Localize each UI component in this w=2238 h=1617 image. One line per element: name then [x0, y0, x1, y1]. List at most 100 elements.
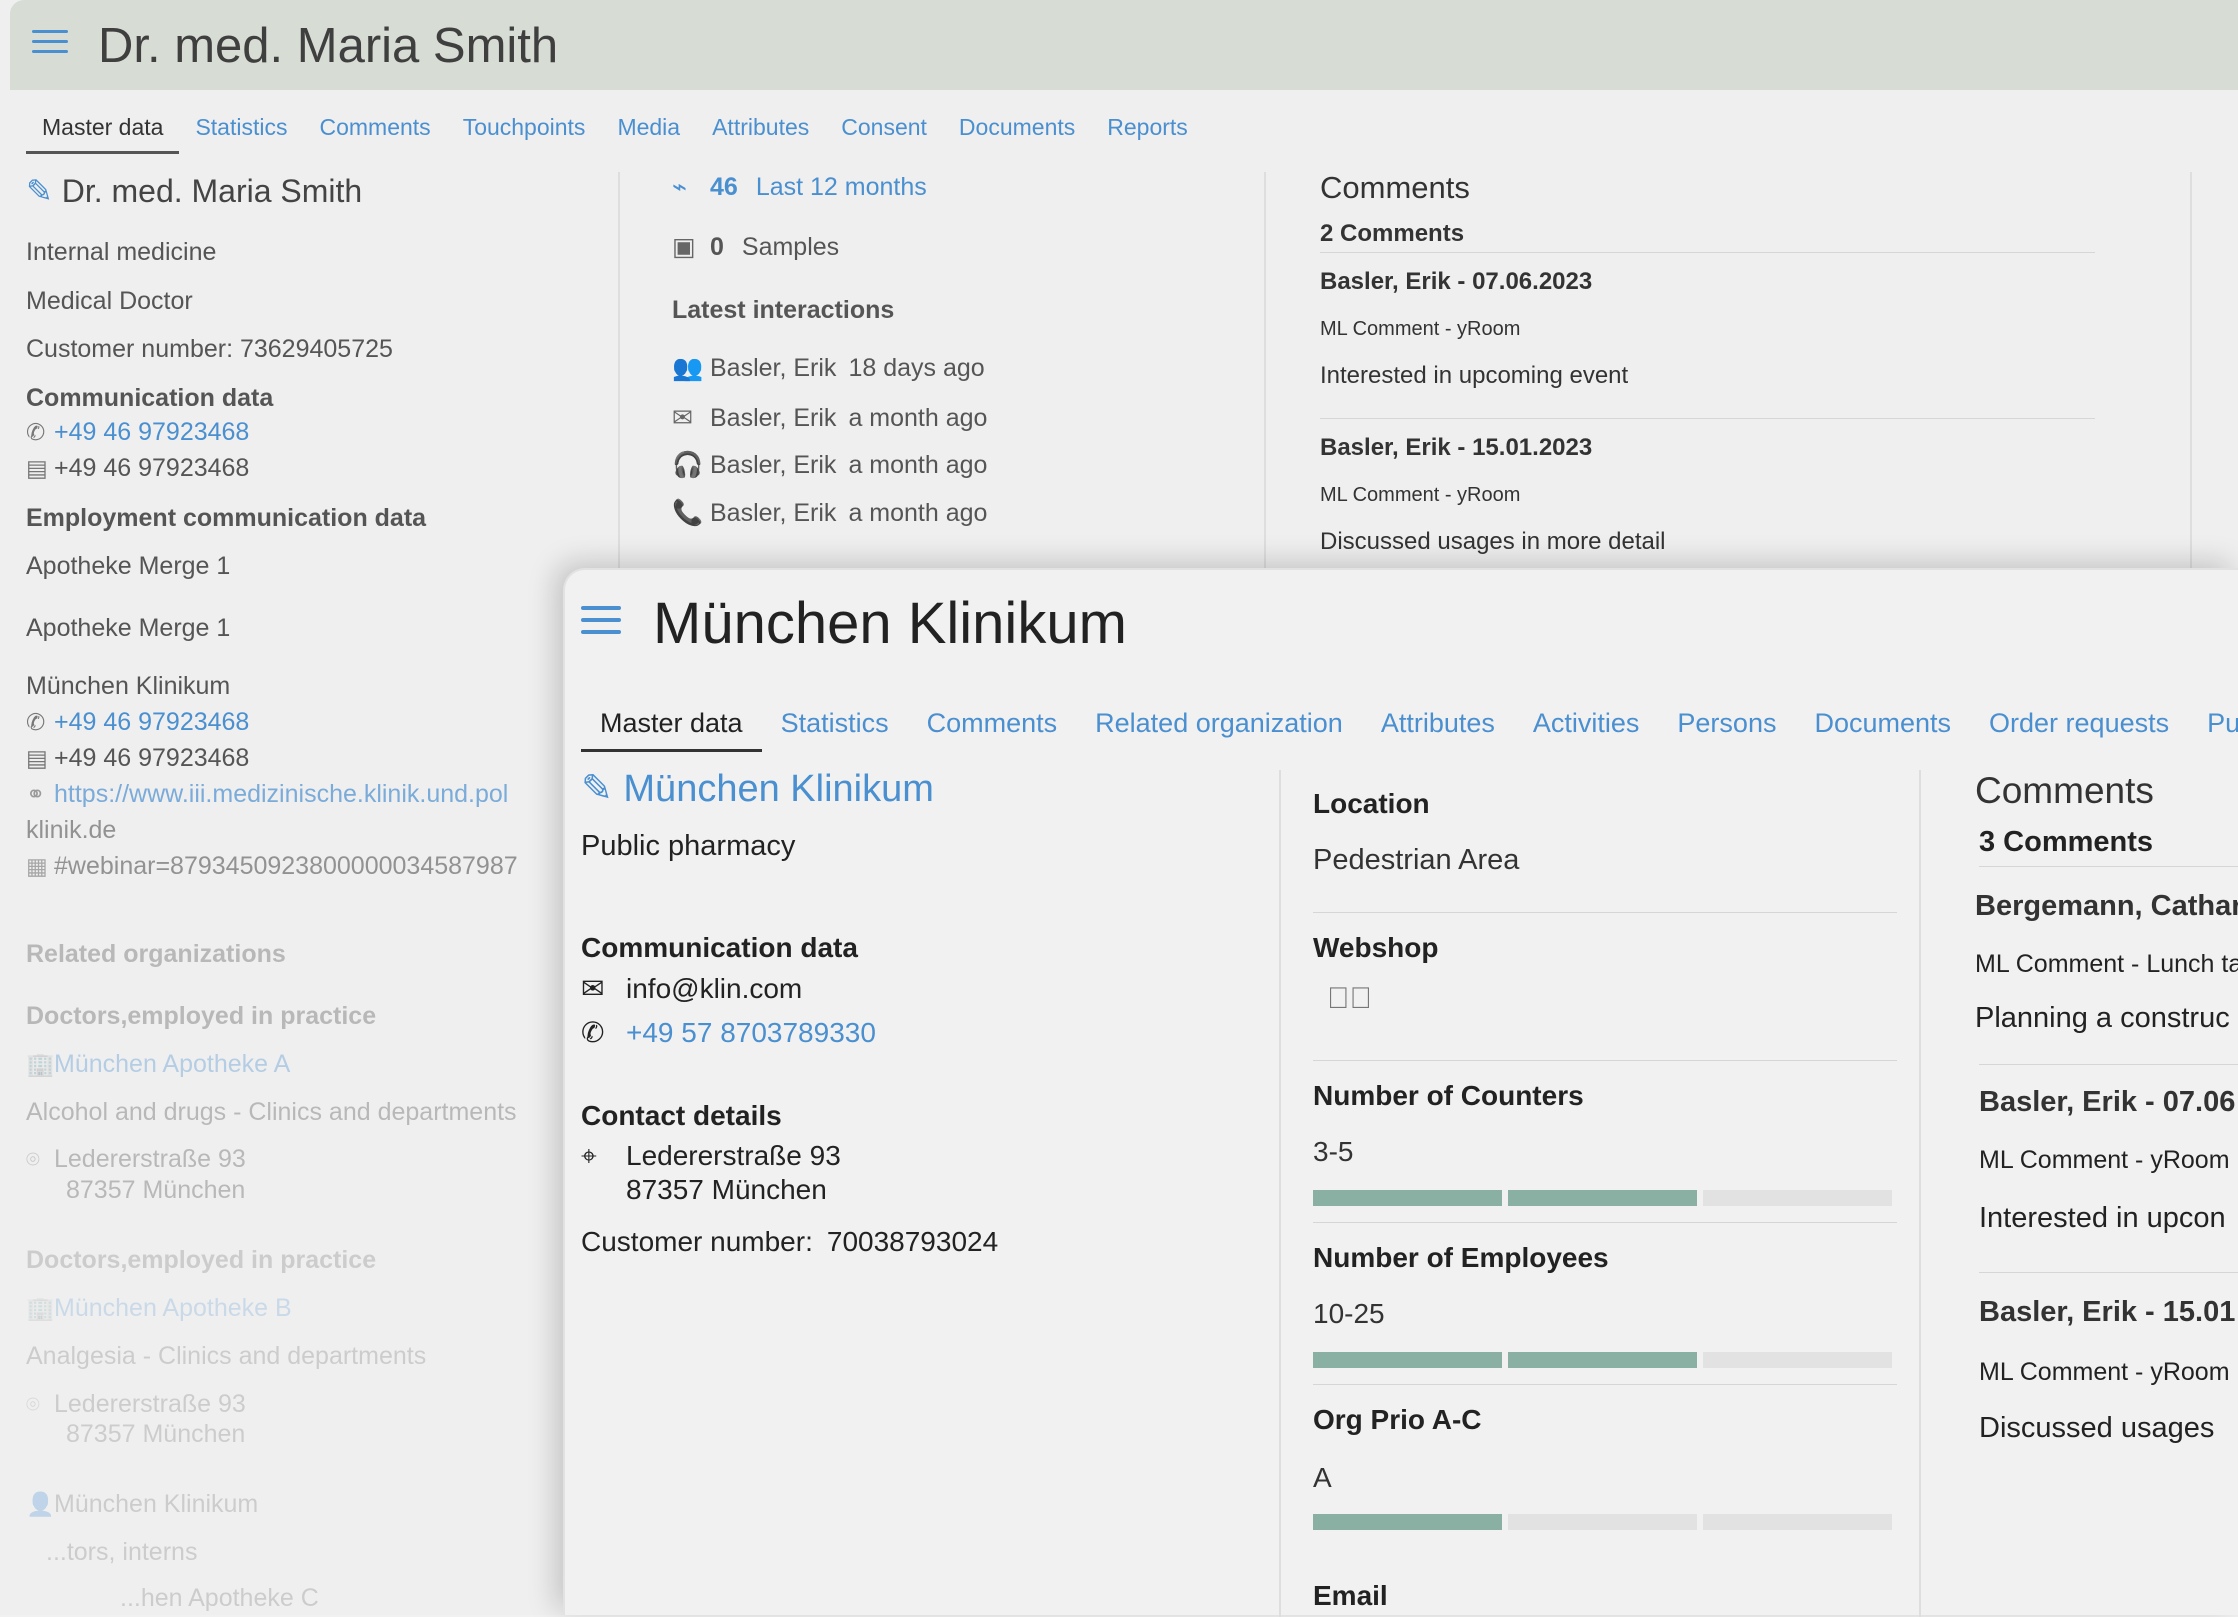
hamburger-menu-icon[interactable]	[581, 606, 621, 636]
comment-text: Discussed usages	[1979, 1412, 2215, 1444]
level-segment	[1508, 1190, 1697, 1206]
edit-pencil-icon[interactable]: ✎	[581, 768, 613, 810]
related-city: 87357 München	[66, 1420, 246, 1448]
organization-window: München Klinikum Master data Statistics …	[563, 568, 2238, 1617]
tab-comments[interactable]: Comments	[908, 702, 1077, 752]
building-icon: 🏢	[26, 1295, 55, 1321]
latest-interactions-heading: Latest interactions	[672, 296, 895, 324]
employees-value: 10-25	[1313, 1298, 1385, 1329]
interaction-row[interactable]: 👥 Basler, Erik 18 days ago	[672, 354, 985, 383]
tab-consent[interactable]: Consent	[825, 108, 943, 154]
mail-icon: ✉	[581, 973, 605, 1004]
comment-source: ML Comment - yRoom	[1320, 484, 1521, 506]
phone-icon: ✆	[26, 419, 46, 445]
interaction-person: Basler, Erik	[710, 499, 837, 527]
tab-attributes[interactable]: Attributes	[696, 108, 825, 154]
comment-author: Basler, Erik - 07.06	[1979, 1086, 2236, 1118]
column-divider	[2190, 172, 2192, 572]
contact-heading: Contact details	[581, 1100, 782, 1131]
related-extra: ...hen Apotheke C	[120, 1584, 319, 1612]
phone-icon: ✆	[26, 709, 46, 735]
customer-number-label: Customer number:	[581, 1226, 813, 1257]
counters-level-bar	[1313, 1190, 1892, 1206]
level-segment	[1703, 1190, 1892, 1206]
column-divider	[1919, 770, 1921, 1617]
specialty: Internal medicine	[26, 238, 217, 266]
employer-phone-link[interactable]: +49 46 97923468	[54, 708, 249, 736]
divider	[1979, 866, 2238, 867]
comment-text: Planning a construc	[1975, 1002, 2230, 1034]
communication-heading: Communication data	[26, 384, 274, 412]
website-link-continued[interactable]: klinik.de	[26, 816, 116, 845]
meeting-icon: 👥	[672, 354, 704, 382]
tab-related-organization[interactable]: Related organization	[1076, 702, 1362, 752]
org-name-heading: ✎ München Klinikum	[581, 766, 934, 811]
interaction-row[interactable]: ✉ Basler, Erik a month ago	[672, 403, 987, 433]
comment-text: Discussed usages in more detail	[1320, 528, 1666, 555]
customer-number: Customer number: 73629405725	[26, 335, 393, 363]
tab-purchases[interactable]: Purc	[2188, 702, 2238, 752]
comment-source: ML Comment - yRoom	[1979, 1146, 2230, 1174]
box-icon: ▣	[672, 233, 696, 261]
role: Medical Doctor	[26, 287, 193, 315]
divider	[1320, 252, 2095, 253]
org-name: München Klinikum	[623, 768, 934, 810]
edit-pencil-icon[interactable]: ✎	[26, 173, 53, 209]
tab-statistics[interactable]: Statistics	[762, 702, 908, 752]
person-tabs: Master data Statistics Comments Touchpoi…	[26, 108, 1204, 154]
employees-level-bar	[1313, 1352, 1892, 1368]
tab-attributes[interactable]: Attributes	[1362, 702, 1514, 752]
email-address[interactable]: info@klin.com	[626, 973, 802, 1004]
tab-touchpoints[interactable]: Touchpoints	[447, 108, 602, 154]
tab-reports[interactable]: Reports	[1091, 108, 1204, 154]
interaction-person: Basler, Erik	[710, 354, 837, 382]
communication-heading: Communication data	[581, 932, 858, 963]
tab-comments[interactable]: Comments	[303, 108, 446, 154]
website-link[interactable]: https://www.iii.medizinische.klinik.und.…	[54, 780, 508, 808]
prio-level-bar	[1313, 1514, 1892, 1530]
employer-fax: +49 46 97923468	[54, 744, 250, 772]
related-street: Ledererstraße 93	[54, 1390, 246, 1418]
tab-persons[interactable]: Persons	[1658, 702, 1795, 752]
tab-media[interactable]: Media	[601, 108, 696, 154]
interaction-person: Basler, Erik	[710, 404, 837, 432]
divider	[1313, 1384, 1897, 1385]
column-divider	[1279, 770, 1281, 1617]
related-org-link[interactable]: München Apotheke B	[54, 1294, 292, 1322]
email-label: Email	[1313, 1580, 1388, 1611]
comment-author: Basler, Erik - 07.06.2023	[1320, 268, 1593, 295]
employment-heading: Employment communication data	[26, 504, 427, 532]
comment-text: Interested in upcon	[1979, 1202, 2226, 1234]
activity-count[interactable]: 46	[710, 173, 738, 201]
interaction-row[interactable]: 🎧 Basler, Erik a month ago	[672, 451, 987, 480]
related-street: Ledererstraße 93	[54, 1145, 246, 1173]
level-segment	[1313, 1352, 1502, 1368]
level-segment	[1508, 1514, 1697, 1530]
hamburger-menu-icon[interactable]	[32, 30, 68, 56]
comments-count: 2 Comments	[1320, 220, 1465, 247]
tab-activities[interactable]: Activities	[1514, 702, 1659, 752]
phone-link[interactable]: +49 57 8703789330	[626, 1017, 876, 1048]
tab-master-data[interactable]: Master data	[26, 108, 180, 154]
fax-icon: ▤	[26, 455, 48, 481]
comments-heading: Comments	[1975, 770, 2154, 811]
level-segment	[1313, 1514, 1502, 1530]
tab-documents[interactable]: Documents	[1795, 702, 1970, 752]
divider	[1313, 1060, 1897, 1061]
tab-documents[interactable]: Documents	[943, 108, 1091, 154]
webshop-check-icon[interactable]: ✓⃝	[1327, 982, 1372, 1016]
location-value: Pedestrian Area	[1313, 844, 1520, 876]
tab-master-data[interactable]: Master data	[581, 702, 762, 752]
tab-statistics[interactable]: Statistics	[179, 108, 303, 154]
link-icon: ⚭	[26, 781, 46, 807]
activity-period[interactable]: Last 12 months	[756, 173, 927, 201]
related-org-link[interactable]: München Apotheke A	[54, 1050, 290, 1078]
phone-link[interactable]: +49 46 97923468	[54, 418, 249, 446]
comment-source: ML Comment - Lunch ta	[1975, 950, 2238, 978]
samples-count: 0	[710, 233, 724, 261]
building-icon: 🏢	[26, 1051, 55, 1077]
interaction-row[interactable]: 📞 Basler, Erik a month ago	[672, 499, 987, 528]
interaction-time: a month ago	[848, 451, 988, 479]
customer-number-value: 70038793024	[826, 1226, 999, 1257]
tab-order-requests[interactable]: Order requests	[1970, 702, 2188, 752]
